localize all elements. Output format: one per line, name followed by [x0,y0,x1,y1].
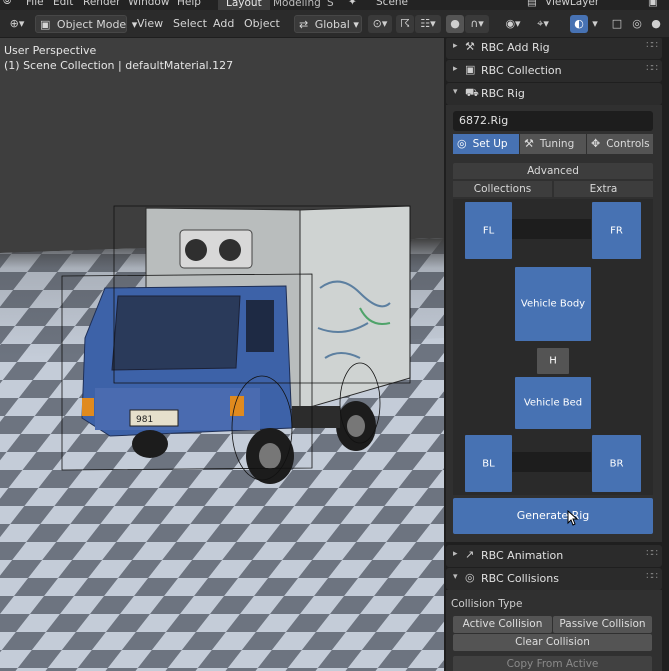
gizmo-icon[interactable]: ⌖▾ [531,15,555,33]
rig-tabs: ◎ Set Up ⚒ Tuning ✥ Controls [453,134,653,154]
drag-grip-icon[interactable]: ∷∷ [646,548,658,559]
chevron-right-icon: ▸ [453,549,458,559]
subtab-collections[interactable]: Collections [453,181,552,197]
scene-name[interactable]: Scene [376,0,408,8]
section-rbc-animation[interactable]: ▸ ↗ RBC Animation ∷∷ [446,545,662,567]
viewport-perspective-label: User Perspective [4,44,97,57]
collision-icon: ◎ [465,571,475,584]
section-rbc-collisions[interactable]: ▾ ◎ RBC Collisions ∷∷ [446,568,662,590]
workspace-tab-more[interactable]: S [323,0,338,10]
menu-file[interactable]: File [26,0,44,8]
bone-br-button[interactable]: BR [592,435,641,492]
editor-type-icon[interactable]: ⊕▾ [4,15,30,33]
chevron-right-icon: ▸ [453,41,458,51]
mouse-cursor-icon [567,510,579,526]
section-rbc-collection[interactable]: ▸ ▣ RBC Collection ∷∷ [446,60,662,82]
wheel-icon: ◎ [457,137,467,150]
top-menu-bar: ⦾ File Edit Render Window Help Layout Mo… [0,0,669,10]
car-icon: ⛟ [465,86,479,99]
section-rbc-add-rig[interactable]: ▸ ⚒ RBC Add Rig ∷∷ [446,38,662,59]
chevron-down-icon: ▾ [353,18,359,31]
wireframe-shading-icon[interactable]: ◎ [628,15,646,33]
solid-shading-icon[interactable]: ● [647,15,665,33]
scene-icon: ✦ [348,0,357,8]
overlays-icon[interactable]: ◐ [570,15,588,33]
generate-rig-button[interactable]: Generate Rig [453,498,653,534]
copy-from-active-button[interactable]: Copy From Active [453,656,652,671]
menu-select[interactable]: Select [173,15,207,33]
transform-orientation-dropdown[interactable]: ⇄ Global ▾ [294,15,362,33]
proportional-edit-icon[interactable]: ● [446,15,464,33]
viewlayer-new-icon[interactable]: ▣ [648,0,658,8]
tab-set-up[interactable]: ◎ Set Up [453,134,519,154]
workspace-tab-modeling[interactable]: Modeling [265,0,329,10]
overlays-dropdown-icon[interactable]: ▾ [589,15,601,33]
rig-name-field[interactable]: 6872.Rig [453,111,653,131]
bone-vehicle-body-button[interactable]: Vehicle Body [515,267,591,341]
chevron-right-icon: ▸ [453,64,458,74]
3d-viewport[interactable]: 981 User Perspective (1) Scene Collectio… [0,38,444,671]
wrench-icon: ⚒ [524,137,534,150]
workspace-tab-layout[interactable]: Layout [218,0,270,10]
menu-object[interactable]: Object [244,15,280,33]
bone-h-button[interactable]: H [537,348,569,374]
tab-tuning[interactable]: ⚒ Tuning [520,134,586,154]
advanced-subtabs: Collections Extra [453,181,653,197]
animation-icon: ↗ [465,548,475,561]
rbc-collisions-body: Collision Type Active Collision Passive … [446,590,662,671]
bone-fr-button[interactable]: FR [592,202,641,259]
rear-axle-bar [511,452,591,472]
visibility-icon[interactable]: ◉▾ [500,15,526,33]
advanced-header[interactable]: Advanced [453,163,653,179]
orientation-icon: ⇄ [299,18,309,31]
chevron-down-icon: ▾ [453,87,458,97]
bone-bl-button[interactable]: BL [465,435,512,492]
controls-icon: ✥ [591,137,601,150]
menu-view[interactable]: View [137,15,163,33]
tab-controls[interactable]: ✥ Controls [587,134,653,154]
chevron-down-icon: ▾ [453,572,458,582]
snap-icon[interactable]: ☈ [396,15,414,33]
menu-render[interactable]: Render [83,0,120,8]
passive-collision-button[interactable]: Passive Collision [553,616,652,633]
xray-icon[interactable]: □ [608,15,626,33]
collection-icon: ▣ [465,63,476,76]
viewport-collection-info: (1) Scene Collection | defaultMaterial.1… [4,59,234,72]
sidebar-panel: ▸ ⚒ RBC Add Rig ∷∷ ▸ ▣ RBC Collection ∷∷… [444,38,669,671]
rig-bone-layout: FL FR Vehicle Body H Vehicle Bed BL BR [453,199,653,495]
bone-vehicle-bed-button[interactable]: Vehicle Bed [515,377,591,429]
menu-add[interactable]: Add [213,15,234,33]
viewlayer-name[interactable]: ViewLayer [545,0,599,8]
bone-fl-button[interactable]: FL [465,202,512,259]
snap-target-icon[interactable]: ☷▾ [415,15,441,33]
license-plate: 981 [136,415,153,425]
object-mode-dropdown[interactable]: ▣ Object Mode ▾ [35,15,137,33]
collision-type-label: Collision Type [451,598,523,610]
rbc-rig-body: 6872.Rig ◎ Set Up ⚒ Tuning ✥ Controls Advan… [446,105,662,542]
menu-edit[interactable]: Edit [53,0,73,8]
viewlayer-icon: ▤ [527,0,537,8]
menu-help[interactable]: Help [177,0,201,8]
menu-window[interactable]: Window [128,0,169,8]
active-collision-button[interactable]: Active Collision [453,616,552,633]
drag-grip-icon[interactable]: ∷∷ [646,571,658,582]
drag-grip-icon[interactable]: ∷∷ [646,40,658,51]
pivot-point-icon[interactable]: ⊙▾ [368,15,392,33]
viewport-header: ⊕▾ ▣ Object Mode ▾ View Select Add Objec… [0,10,669,38]
blender-logo-icon[interactable]: ⦾ [3,0,11,8]
falloff-icon[interactable]: ∩▾ [465,15,489,33]
clear-collision-button[interactable]: Clear Collision [453,634,652,651]
subtab-extra[interactable]: Extra [554,181,653,197]
section-rbc-rig[interactable]: ▾ ⛟ RBC Rig [446,83,662,105]
viewport-scene: 981 [0,205,444,671]
front-axle-bar [511,219,591,239]
object-mode-icon: ▣ [40,18,51,31]
drag-grip-icon[interactable]: ∷∷ [646,63,658,74]
car-plus-icon: ⚒ [465,40,475,53]
